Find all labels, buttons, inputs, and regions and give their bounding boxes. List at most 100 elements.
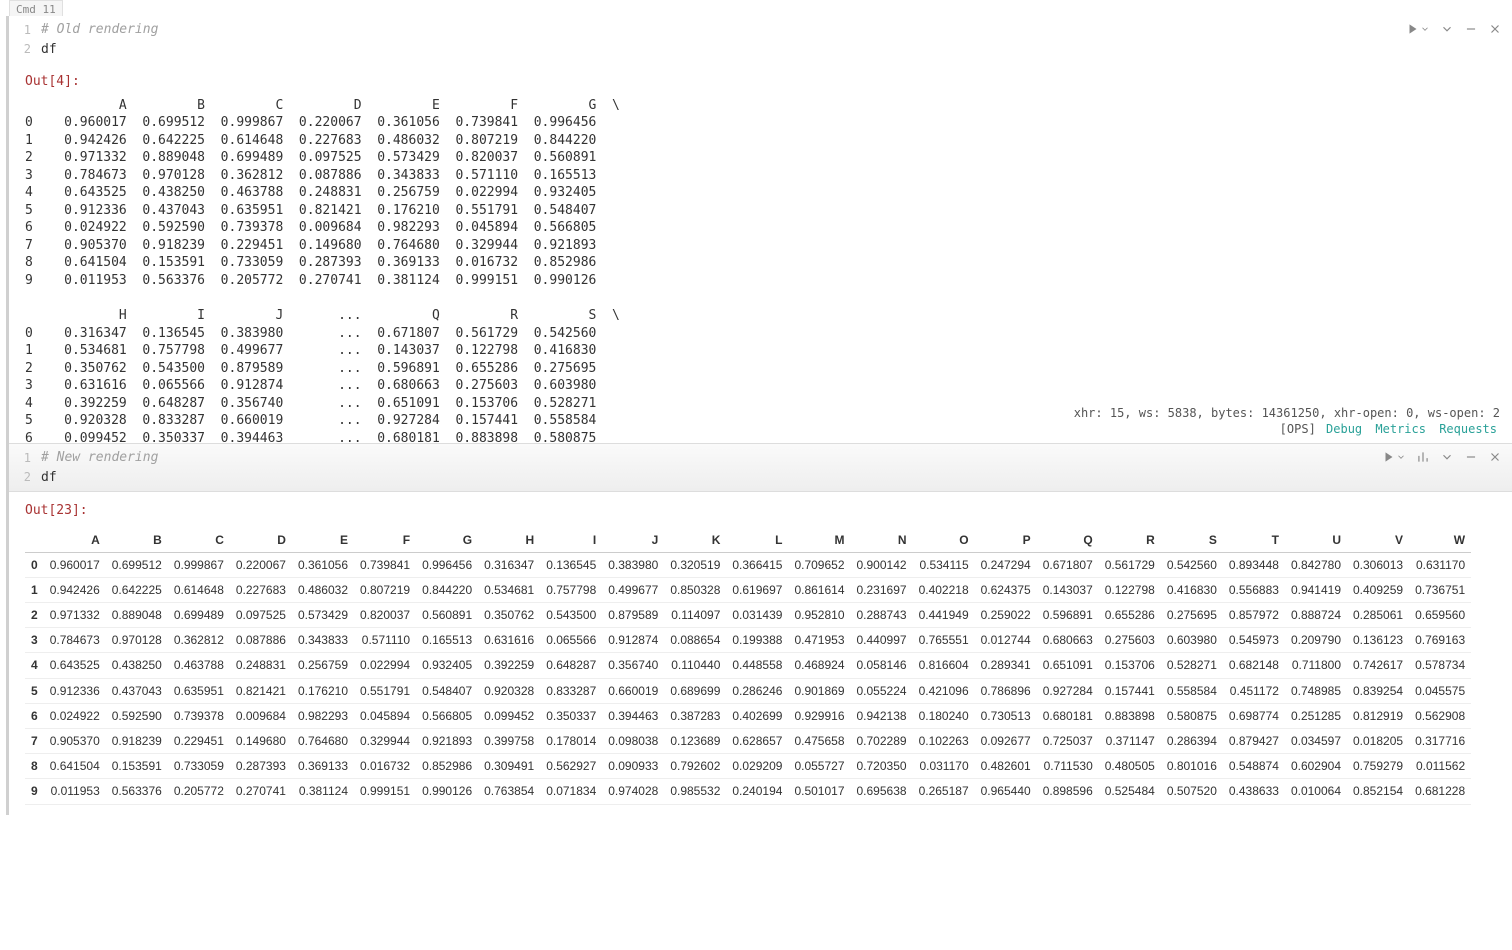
cell-value: 0.031170 (913, 754, 975, 779)
cell-value: 0.573429 (292, 603, 354, 628)
code-text[interactable]: # Old rendering (41, 20, 158, 40)
row-index: 1 (25, 577, 44, 602)
play-icon (1382, 450, 1396, 464)
cell-value: 0.383980 (602, 552, 664, 577)
code-editor[interactable]: 1# New rendering2df (9, 443, 1512, 492)
column-header: T (1223, 528, 1285, 553)
cell-value: 0.099452 (478, 703, 540, 728)
cell-value: 0.102263 (913, 729, 975, 754)
cell-value: 0.157441 (1099, 678, 1161, 703)
cell-value: 0.695638 (851, 779, 913, 804)
cell-value: 0.287393 (230, 754, 292, 779)
cell-value: 0.528271 (1161, 653, 1223, 678)
cell-value: 0.482601 (975, 754, 1037, 779)
cell-value: 0.850328 (664, 577, 726, 602)
expand-button[interactable] (1438, 20, 1456, 38)
code-editor[interactable]: 1# Old rendering2df (9, 16, 1512, 63)
cell-value: 0.381124 (292, 779, 354, 804)
dataframe-html-table: ABCDEFGHIJKLMNOPQRSTUVW00.9600170.699512… (25, 528, 1471, 805)
chevron-down-icon (1420, 24, 1430, 34)
cell-value: 0.180240 (913, 703, 975, 728)
chevron-down-icon (1440, 450, 1454, 464)
cell-value: 0.010064 (1285, 779, 1347, 804)
chart-button[interactable] (1414, 448, 1432, 466)
run-button[interactable] (1380, 448, 1408, 466)
column-header: P (975, 528, 1037, 553)
debug-link[interactable]: Requests (1439, 422, 1497, 436)
cell-value: 0.643525 (44, 653, 106, 678)
cell-value: 0.448558 (726, 653, 788, 678)
cell-value: 0.769163 (1409, 628, 1471, 653)
cell-value: 0.205772 (168, 779, 230, 804)
cell-value: 0.317716 (1409, 729, 1471, 754)
cell-value: 0.421096 (913, 678, 975, 703)
cell-value: 0.561729 (1099, 552, 1161, 577)
cell-value: 0.631616 (478, 628, 540, 653)
cell-value: 0.440997 (851, 628, 913, 653)
cell-value: 0.438250 (106, 653, 168, 678)
cell-value: 0.286394 (1161, 729, 1223, 754)
cell-value: 0.402699 (726, 703, 788, 728)
cell-value: 0.580875 (1161, 703, 1223, 728)
cell-value: 0.912336 (44, 678, 106, 703)
column-header: C (168, 528, 230, 553)
cell-value: 0.468924 (788, 653, 850, 678)
cell-value: 0.361056 (292, 552, 354, 577)
cell-value: 0.022994 (354, 653, 416, 678)
cell-value: 0.566805 (416, 703, 478, 728)
cell-value: 0.655286 (1099, 603, 1161, 628)
cell-value: 0.596891 (1037, 603, 1099, 628)
cell-value: 0.024922 (44, 703, 106, 728)
dataframe-text-output: A B C D E F G \ 0 0.960017 0.699512 0.99… (25, 97, 1496, 443)
column-header: E (292, 528, 354, 553)
code-text[interactable]: df (41, 468, 57, 488)
cell-value: 0.711800 (1285, 653, 1347, 678)
cell-value: 0.231697 (851, 577, 913, 602)
cell-value: 0.816604 (913, 653, 975, 678)
minus-icon (1464, 450, 1478, 464)
cell-value: 0.240194 (726, 779, 788, 804)
cell-value: 0.682148 (1223, 653, 1285, 678)
close-icon (1488, 22, 1502, 36)
cell-value: 0.251285 (1285, 703, 1347, 728)
cell-value: 0.114097 (664, 603, 726, 628)
cell-value: 0.534681 (478, 577, 540, 602)
cell-value: 0.562908 (1409, 703, 1471, 728)
cell-value: 0.092677 (975, 729, 1037, 754)
cell-value: 0.256759 (292, 653, 354, 678)
cell-value: 0.999867 (168, 552, 230, 577)
close-icon (1488, 450, 1502, 464)
run-button[interactable] (1404, 20, 1432, 38)
cell-value: 0.441949 (913, 603, 975, 628)
cell-value: 0.821421 (230, 678, 292, 703)
debug-link[interactable]: Metrics (1375, 422, 1426, 436)
close-button[interactable] (1486, 448, 1504, 466)
code-text[interactable]: # New rendering (41, 448, 158, 468)
cell-value: 0.905370 (44, 729, 106, 754)
cell-value: 0.920328 (478, 678, 540, 703)
row-index: 2 (25, 603, 44, 628)
expand-button[interactable] (1438, 448, 1456, 466)
cell-value: 0.088654 (664, 628, 726, 653)
code-text[interactable]: df (41, 40, 57, 60)
cell-toolbar (1404, 20, 1504, 38)
cell-value: 0.136545 (540, 552, 602, 577)
cell-value: 0.648287 (540, 653, 602, 678)
minimize-button[interactable] (1462, 448, 1480, 466)
column-header: D (230, 528, 292, 553)
close-button[interactable] (1486, 20, 1504, 38)
cell-value: 0.624375 (975, 577, 1037, 602)
cell-value: 0.879427 (1223, 729, 1285, 754)
cell-value: 0.861614 (788, 577, 850, 602)
cell-value: 0.883898 (1099, 703, 1161, 728)
cell-value: 0.602904 (1285, 754, 1347, 779)
cell-value: 0.812919 (1347, 703, 1409, 728)
cell-value: 0.045575 (1409, 678, 1471, 703)
debug-link[interactable]: Debug (1326, 422, 1362, 436)
cell-value: 0.844220 (416, 577, 478, 602)
line-number: 2 (9, 40, 41, 58)
minimize-button[interactable] (1462, 20, 1480, 38)
cell-value: 0.394463 (602, 703, 664, 728)
column-header: Q (1037, 528, 1099, 553)
cell-value: 0.900142 (851, 552, 913, 577)
